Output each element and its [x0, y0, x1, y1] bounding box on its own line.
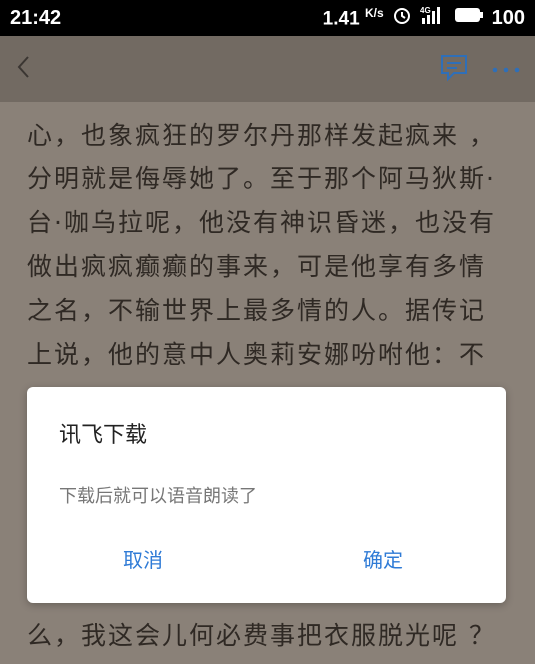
text-line: 台·咖乌拉呢，他没有神识昏迷，也没有	[27, 208, 496, 237]
battery-level: 100	[491, 6, 525, 29]
dialog-message: 下载后就可以语音朗读了	[59, 486, 257, 507]
chevron-left-icon[interactable]	[14, 53, 34, 85]
alarm-icon	[392, 5, 412, 31]
text-line: 么，我这会儿何必费事把衣服脱光呢 ？	[27, 621, 496, 650]
text-line: 做出疯疯癫癫的事来，可是他享有多情	[27, 252, 487, 281]
comment-icon[interactable]	[439, 52, 469, 86]
status-indicators: 1.41 K/s 4G 100	[323, 5, 525, 31]
svg-text:4G: 4G	[420, 6, 431, 15]
signal-icon: 4G	[420, 5, 446, 31]
status-time: 21:42	[10, 6, 62, 29]
text-line: 之名，不输世界上最多情的人。据传记	[27, 296, 487, 325]
cancel-button[interactable]: 取消	[123, 544, 163, 573]
more-icon[interactable]	[491, 60, 521, 79]
toolbar-actions	[439, 52, 521, 86]
text-line: 心，也象疯狂的罗尔丹那样发起疯来 ，	[27, 121, 496, 150]
network-speed: 1.41 K/s	[322, 5, 384, 30]
dialog-title: 讯飞下载	[59, 423, 148, 448]
battery-icon	[454, 6, 484, 30]
status-bar: 21:42 1.41 K/s 4G 100	[0, 0, 535, 36]
download-dialog: 讯飞下载 下载后就可以语音朗读了 取消 确定	[27, 387, 506, 603]
text-line: 分明就是侮辱她了。至于那个阿马狄斯·	[27, 164, 496, 193]
text-line: 上说，他的意中人奥莉安娜吩咐他：不	[27, 340, 487, 369]
reader-toolbar	[0, 36, 535, 102]
confirm-button[interactable]: 确定	[363, 544, 403, 573]
